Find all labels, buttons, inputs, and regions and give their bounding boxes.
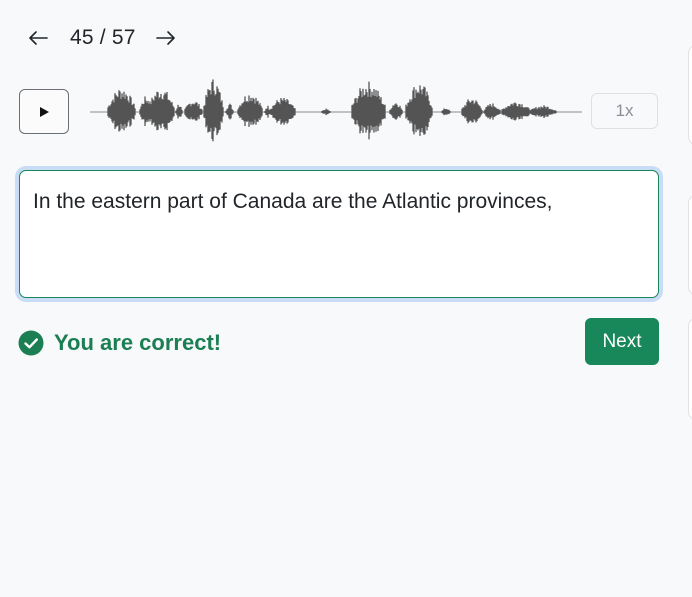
play-button[interactable] (19, 89, 69, 134)
next-item-button[interactable] (154, 24, 178, 52)
next-button[interactable]: Next (585, 318, 659, 365)
answer-input[interactable] (19, 170, 659, 298)
pager: 45 / 57 (26, 24, 178, 52)
answer-focus-ring (15, 166, 663, 302)
side-card[interactable] (688, 195, 692, 295)
playback-speed-button[interactable]: 1x (591, 93, 658, 129)
pager-count: 45 / 57 (70, 26, 136, 49)
audio-waveform[interactable] (90, 72, 582, 152)
result-text: You are correct! (54, 330, 222, 355)
arrow-left-icon (29, 31, 48, 45)
arrow-right-icon (155, 31, 175, 45)
result-message: You are correct! (18, 330, 221, 356)
dictation-exercise: 45 / 57 1x You are correct! Next (0, 0, 692, 597)
play-icon (40, 106, 49, 117)
prev-button[interactable] (26, 24, 50, 52)
check-circle-icon (18, 330, 44, 356)
side-card[interactable] (688, 45, 692, 145)
side-card[interactable] (688, 318, 692, 420)
